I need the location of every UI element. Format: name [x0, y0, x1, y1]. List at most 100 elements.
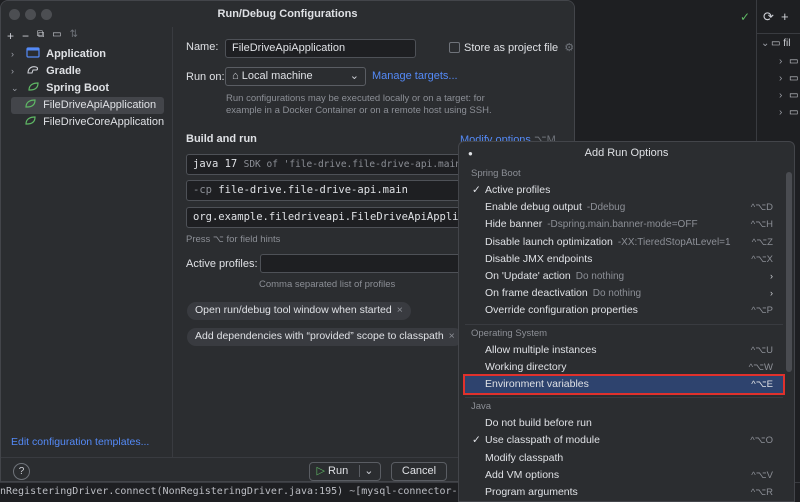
- option-hide-banner[interactable]: Hide banner -Dspring.main.banner-mode=OFF…: [465, 216, 783, 233]
- store-as-project-file-checkbox[interactable]: Store as project file ⚙: [449, 41, 574, 54]
- option-label: Disable launch optimization -XX:TieredSto…: [485, 235, 731, 248]
- jdk-description: SDK of 'file-drive.file-drive-api.main': [243, 159, 467, 170]
- folder-icon[interactable]: ▭: [52, 29, 61, 43]
- add-configuration-icon[interactable]: +: [7, 29, 14, 43]
- add-run-options-popup: ● Add Run Options Spring Boot ✓ Active pro…: [458, 141, 795, 502]
- option-active-profiles[interactable]: ✓ Active profiles: [465, 182, 783, 199]
- option-disable-launch-optimization[interactable]: Disable launch optimization -XX:TieredSto…: [465, 234, 783, 251]
- spring-boot-config-icon: [25, 99, 36, 108]
- option-environment-variables[interactable]: Environment variables ^⌥E: [463, 374, 785, 395]
- option-do-not-build-before-run[interactable]: Do not build before run: [465, 415, 783, 432]
- option-chip-open-tool-window[interactable]: Open run/debug tool window when started ×: [187, 302, 411, 320]
- active-profiles-label: Active profiles:: [186, 258, 258, 270]
- option-use-classpath-of-module[interactable]: ✓ Use classpath of module ^⌥O: [465, 432, 783, 449]
- option-label: Modify classpath: [485, 451, 564, 464]
- chevron-down-icon: ⌄: [349, 70, 359, 82]
- field-hints-text: Press ⌥ for field hints: [186, 234, 281, 245]
- tree-item-application[interactable]: › Application: [11, 46, 106, 63]
- option-label: On frame deactivation Do nothing: [485, 287, 642, 300]
- title-bar: Run/Debug Configurations: [1, 1, 574, 27]
- run-on-select[interactable]: ⌂ Local machine ⌄: [225, 67, 366, 86]
- section-header-java: Java: [471, 401, 492, 413]
- chevron-down-icon[interactable]: ⌄: [359, 465, 374, 477]
- option-disable-jmx-endpoints[interactable]: Disable JMX endpoints ^⌥X: [465, 251, 783, 268]
- chip-label: Add dependencies with “provided” scope t…: [195, 330, 444, 342]
- run-on-hint-line-2: example in a Docker Container or on a re…: [226, 105, 492, 116]
- sidebar-toolbar: + − ⧉ ▭ ⇅: [7, 29, 78, 43]
- cancel-button[interactable]: Cancel: [391, 462, 447, 481]
- option-working-directory[interactable]: Working directory ^⌥W: [465, 359, 783, 376]
- help-button[interactable]: ?: [13, 463, 30, 480]
- sort-icon[interactable]: ⇅: [70, 29, 78, 43]
- manage-targets-link[interactable]: Manage targets...: [372, 70, 458, 82]
- project-root-item[interactable]: ⌄ ▭ fil: [761, 38, 790, 49]
- option-description: -XX:TieredStopAtLevel=1: [617, 236, 731, 248]
- project-folder-item[interactable]: › ▭: [779, 107, 798, 118]
- option-shortcut: ^⌥X: [751, 253, 773, 265]
- folder-icon: ▭: [789, 107, 799, 118]
- run-on-value: Local machine: [241, 70, 313, 82]
- project-root-label: fil: [783, 38, 791, 49]
- tree-item-gradle[interactable]: › Gradle: [11, 63, 81, 80]
- popup-scrollbar[interactable]: [786, 172, 792, 372]
- cp-flag: -cp: [193, 184, 212, 196]
- option-label: Program arguments: [485, 486, 578, 498]
- project-folder-item[interactable]: › ▭: [779, 56, 798, 67]
- tree-item-filedrivecoreapplication[interactable]: FileDriveCoreApplication: [11, 114, 164, 131]
- divider: [757, 33, 800, 34]
- option-enable-debug-output[interactable]: Enable debug output -Ddebug ^⌥D: [465, 199, 783, 216]
- add-icon[interactable]: +: [781, 9, 789, 24]
- run-on-hint-line-1: Run configurations may be executed local…: [226, 93, 485, 104]
- option-on-update-action[interactable]: On 'Update' action Do nothing ›: [465, 268, 783, 285]
- run-button[interactable]: ▷ Run ⌄: [309, 462, 381, 481]
- option-on-frame-deactivation[interactable]: On frame deactivation Do nothing ›: [465, 285, 783, 302]
- tree-item-label: Spring Boot: [46, 82, 110, 94]
- option-program-arguments[interactable]: Program arguments ^⌥R: [465, 484, 783, 501]
- close-icon[interactable]: ×: [449, 330, 455, 342]
- application-icon: [26, 47, 40, 58]
- copy-configuration-icon[interactable]: ⧉: [37, 29, 44, 43]
- run-on-label: Run on:: [186, 71, 225, 83]
- option-shortcut: ^⌥P: [751, 305, 773, 317]
- refresh-icon[interactable]: ⟳: [763, 9, 774, 25]
- option-label: Enable debug output -Ddebug: [485, 201, 626, 214]
- option-chip-provided-scope[interactable]: Add dependencies with “provided” scope t…: [187, 328, 463, 346]
- folder-icon: ▭: [789, 73, 799, 84]
- name-field[interactable]: FileDriveApiApplication: [225, 39, 416, 58]
- project-folder-item[interactable]: › ▭: [779, 90, 798, 101]
- tree-item-spring-boot[interactable]: ⌄ Spring Boot: [11, 80, 109, 97]
- option-allow-multiple-instances[interactable]: Allow multiple instances ^⌥U: [465, 342, 783, 359]
- option-label: Environment variables: [485, 378, 589, 390]
- main-class-field[interactable]: org.example.filedriveapi.FileDriveApiApp…: [186, 207, 476, 228]
- option-description: -Dspring.main.banner-mode=OFF: [547, 219, 698, 231]
- jdk-select[interactable]: java 17 SDK of 'file-drive.file-drive-ap…: [186, 154, 476, 175]
- tree-item-label: Application: [46, 48, 107, 60]
- option-shortcut: ^⌥D: [750, 202, 773, 214]
- folder-icon: ▭: [789, 90, 799, 101]
- option-label: Do not build before run: [485, 417, 592, 430]
- option-add-vm-options[interactable]: Add VM options ^⌥V: [465, 467, 783, 484]
- section-header-spring-boot: Spring Boot: [471, 168, 521, 179]
- close-icon[interactable]: ×: [397, 304, 403, 316]
- classpath-module-select[interactable]: -cp file-drive.file-drive-api.main: [186, 180, 476, 201]
- option-label: Allow multiple instances: [485, 343, 597, 356]
- chevron-right-icon: ›: [770, 271, 773, 281]
- option-shortcut: ^⌥W: [748, 361, 773, 373]
- home-icon: ⌂: [232, 70, 239, 82]
- option-modify-classpath[interactable]: Modify classpath: [465, 450, 783, 467]
- option-description: Do nothing: [575, 271, 625, 282]
- spring-boot-config-icon: [25, 116, 36, 125]
- run-icon: ▷: [316, 465, 325, 477]
- gear-icon[interactable]: ⚙: [564, 42, 574, 54]
- project-folder-item[interactable]: › ▭: [779, 73, 798, 84]
- edit-configuration-templates-link[interactable]: Edit configuration templates...: [11, 436, 149, 448]
- active-profiles-field[interactable]: [260, 254, 476, 273]
- option-override-configuration-properties[interactable]: Override configuration properties ^⌥P: [465, 302, 783, 319]
- chevron-right-icon: ›: [770, 288, 773, 299]
- tree-item-label: FileDriveApiApplication: [43, 99, 157, 111]
- remove-configuration-icon[interactable]: −: [22, 29, 29, 43]
- tree-item-filedriveapiapplication[interactable]: FileDriveApiApplication: [11, 97, 164, 114]
- option-shortcut: ^⌥Z: [751, 236, 773, 248]
- tree-item-label: FileDriveCoreApplication: [43, 116, 165, 128]
- option-label: Active profiles: [485, 184, 551, 196]
